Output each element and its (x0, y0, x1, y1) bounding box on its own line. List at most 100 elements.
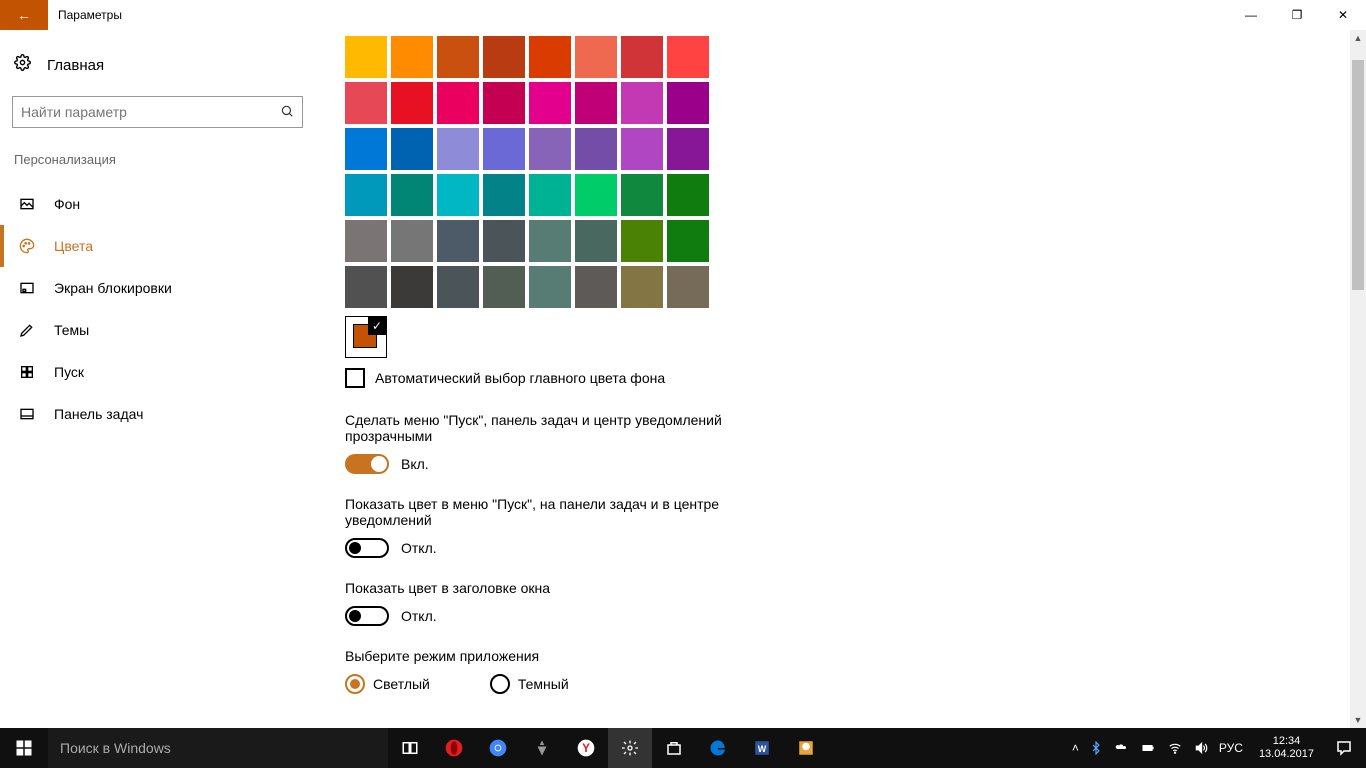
color-swatch[interactable] (667, 36, 709, 78)
color-swatch[interactable] (529, 36, 571, 78)
close-button[interactable]: ✕ (1320, 0, 1366, 30)
color-swatch[interactable] (575, 36, 617, 78)
color-swatch[interactable] (437, 82, 479, 124)
nav-taskbar[interactable]: Панель задач (0, 393, 315, 435)
color-swatch[interactable] (529, 174, 571, 216)
language-indicator[interactable]: РУС (1219, 741, 1243, 755)
edge-icon[interactable] (696, 728, 740, 768)
selected-color-swatch[interactable]: ✓ (345, 316, 387, 358)
color-swatch[interactable] (483, 36, 525, 78)
scroll-up-icon[interactable]: ▲ (1350, 30, 1366, 46)
color-swatch[interactable] (667, 220, 709, 262)
color-swatch[interactable] (529, 82, 571, 124)
color-swatch[interactable] (667, 174, 709, 216)
color-swatch[interactable] (621, 82, 663, 124)
color-swatch[interactable] (345, 128, 387, 170)
svg-text:Y: Y (582, 742, 590, 755)
color-swatch[interactable] (345, 266, 387, 308)
color-swatch[interactable] (345, 220, 387, 262)
scroll-down-icon[interactable]: ▼ (1350, 712, 1366, 728)
color-swatch[interactable] (483, 266, 525, 308)
color-swatch[interactable] (483, 174, 525, 216)
wifi-icon[interactable] (1167, 741, 1183, 755)
nav-lockscreen[interactable]: Экран блокировки (0, 267, 315, 309)
color-swatch[interactable] (483, 82, 525, 124)
app-mode-dark[interactable]: Темный (490, 674, 569, 694)
home-link[interactable]: Главная (0, 54, 315, 96)
color-swatch[interactable] (575, 266, 617, 308)
color-swatch[interactable] (391, 128, 433, 170)
color-swatch[interactable] (529, 220, 571, 262)
color-swatch[interactable] (391, 266, 433, 308)
color-swatch[interactable] (345, 82, 387, 124)
auto-color-checkbox-row[interactable]: Автоматический выбор главного цвета фона (345, 368, 1346, 388)
color-swatch[interactable] (621, 128, 663, 170)
checkbox-icon[interactable] (345, 368, 365, 388)
color-swatch[interactable] (345, 36, 387, 78)
yandex-icon[interactable]: Y (564, 728, 608, 768)
color-swatch[interactable] (437, 128, 479, 170)
palette-icon (18, 237, 36, 255)
color-swatch[interactable] (529, 266, 571, 308)
app-mode-light[interactable]: Светлый (345, 674, 430, 694)
color-swatch[interactable] (391, 36, 433, 78)
color-swatch[interactable] (621, 266, 663, 308)
opera-icon[interactable] (432, 728, 476, 768)
onedrive-icon[interactable] (1113, 742, 1129, 754)
clock[interactable]: 12:34 13.04.2017 (1251, 735, 1322, 761)
notification-center-icon[interactable] (1322, 728, 1366, 768)
color-swatch[interactable] (667, 82, 709, 124)
color-swatch[interactable] (391, 82, 433, 124)
color-swatch[interactable] (437, 220, 479, 262)
back-button[interactable]: ← (0, 0, 48, 30)
color-swatch[interactable] (483, 128, 525, 170)
color-swatch[interactable] (437, 266, 479, 308)
scroll-thumb[interactable] (1352, 60, 1364, 290)
color-swatch[interactable] (575, 128, 617, 170)
nav-colors[interactable]: Цвета (0, 225, 315, 267)
color-swatch[interactable] (437, 36, 479, 78)
transparency-toggle[interactable] (345, 454, 389, 474)
start-button[interactable] (0, 728, 48, 768)
maximize-button[interactable]: ❐ (1274, 0, 1320, 30)
show-color-title-toggle[interactable] (345, 606, 389, 626)
color-swatch[interactable] (621, 220, 663, 262)
chrome-icon[interactable] (476, 728, 520, 768)
task-view-icon[interactable] (388, 728, 432, 768)
search-input[interactable] (21, 104, 280, 120)
minimize-button[interactable]: — (1228, 0, 1274, 30)
color-swatch[interactable] (621, 36, 663, 78)
battery-icon[interactable] (1139, 742, 1157, 754)
settings-app-icon[interactable] (608, 728, 652, 768)
color-swatch[interactable] (345, 174, 387, 216)
nav-start[interactable]: Пуск (0, 351, 315, 393)
color-swatch[interactable] (391, 174, 433, 216)
scrollbar[interactable]: ▲ ▼ (1350, 30, 1366, 728)
tray-chevron-icon[interactable]: ˄ (1072, 741, 1079, 755)
lockscreen-icon (18, 279, 36, 297)
volume-icon[interactable] (1193, 741, 1209, 755)
paint-icon[interactable] (784, 728, 828, 768)
bluetooth-icon[interactable] (1089, 741, 1103, 755)
color-swatch[interactable] (529, 128, 571, 170)
nav-themes[interactable]: Темы (0, 309, 315, 351)
color-swatch[interactable] (575, 220, 617, 262)
color-swatch[interactable] (621, 174, 663, 216)
word-icon[interactable]: W (740, 728, 784, 768)
nav-background[interactable]: Фон (0, 183, 315, 225)
taskbar-search[interactable]: Поиск в Windows (48, 728, 388, 768)
show-color-start-toggle[interactable] (345, 538, 389, 558)
color-swatch[interactable] (667, 266, 709, 308)
search-box[interactable] (12, 96, 303, 128)
color-swatch[interactable] (575, 82, 617, 124)
app-icon-1[interactable] (520, 728, 564, 768)
color-swatch[interactable] (667, 128, 709, 170)
color-swatch[interactable] (575, 174, 617, 216)
radio-icon (490, 674, 510, 694)
color-swatch[interactable] (391, 220, 433, 262)
color-swatch[interactable] (483, 220, 525, 262)
taskbar: Поиск в Windows Y W ˄ РУС 12:34 13.04.20… (0, 728, 1366, 768)
nav-label: Темы (54, 322, 89, 338)
color-swatch[interactable] (437, 174, 479, 216)
store-icon[interactable] (652, 728, 696, 768)
